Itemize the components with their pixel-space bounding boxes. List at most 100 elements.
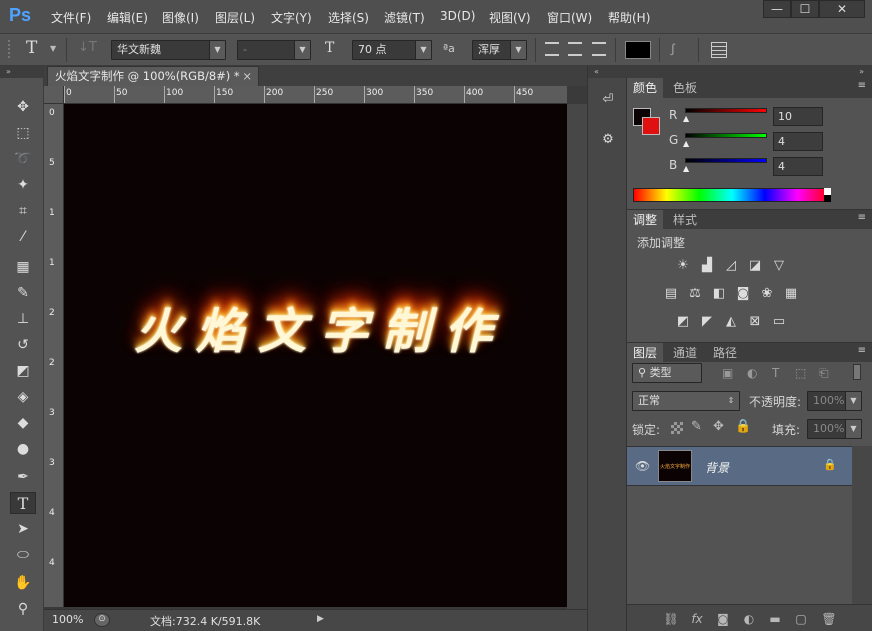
font-size-select[interactable]: 70 点 ▼ [352,40,432,60]
gradient-map-icon[interactable]: ▭ [771,314,787,330]
panel-menu-icon[interactable]: ≡ [858,212,866,223]
status-menu-arrow-icon[interactable]: ▶ [317,614,324,624]
menu-3d[interactable]: 3D(D) [440,9,475,23]
add-mask-icon[interactable]: ◙ [715,611,731,627]
anti-alias-select[interactable]: 浑厚 ▼ [472,40,527,60]
blend-mode-select[interactable]: 正常 ⇕ [632,391,740,411]
vertical-scrollbar[interactable] [567,104,587,609]
panel-menu-icon[interactable]: ≡ [858,345,866,356]
filter-smart-object-icon[interactable]: ⎗ [819,366,829,381]
align-center-icon[interactable] [568,42,582,56]
eye-icon[interactable]: 👁 [635,459,650,473]
filter-shape-icon[interactable]: ⬚ [795,366,806,380]
channel-mixer-icon[interactable]: ❀ [759,286,775,302]
filter-toggle-switch[interactable] [853,364,861,380]
font-family-select[interactable]: 华文新魏 ▼ [111,40,226,60]
slider-handle-icon[interactable]: ▲ [683,164,689,173]
tab-swatches[interactable]: 色板 [667,78,703,98]
slider-handle-icon[interactable]: ▲ [683,114,689,123]
marquee-tool-icon[interactable]: ⬚ [10,122,36,144]
eyedropper-tool-icon[interactable]: ⁄ [10,226,36,248]
type-tool-icon[interactable]: T [10,492,36,514]
ruler-origin[interactable] [44,86,64,104]
menu-file[interactable]: 文件(F) [51,9,91,26]
tab-layers[interactable]: 图层 [627,343,664,363]
paint-bucket-tool-icon[interactable]: ◈ [10,386,36,408]
menu-select[interactable]: 选择(S) [328,9,369,26]
link-layers-icon[interactable]: ⛓ [663,611,679,627]
adjustment-layer-icon[interactable]: ◐ [741,611,757,627]
white-swatch[interactable] [824,188,831,195]
menu-type[interactable]: 文字(Y) [271,9,312,26]
fx-icon[interactable]: fx [689,611,705,627]
status-options-icon[interactable]: ⊙ [94,613,110,627]
text-orientation-icon[interactable]: ↓T [78,40,97,58]
collapse-arrows-icon[interactable]: » [627,66,872,78]
close-window-button[interactable]: ✕ [819,0,865,18]
warp-text-icon[interactable]: ꭍ [670,40,675,60]
zoom-tool-icon[interactable]: ⚲ [10,598,36,620]
layers-scrollbar[interactable] [852,446,872,604]
fill-field[interactable]: 100% ▼ [807,419,862,439]
delete-layer-icon[interactable]: 🗑 [821,611,837,627]
opacity-field[interactable]: 100% ▼ [807,391,862,411]
font-style-select[interactable]: - ▼ [237,40,311,60]
properties-panel-icon[interactable]: ⚙ [598,132,618,150]
lock-pixels-icon[interactable]: ✎ [691,419,702,434]
new-layer-icon[interactable]: ▢ [793,611,809,627]
posterize-icon[interactable]: ◤ [699,314,715,330]
magic-wand-tool-icon[interactable]: ✦ [10,174,36,196]
vibrance-icon[interactable]: ▽ [771,258,787,274]
type-tool-preset-icon[interactable]: T [26,38,37,58]
crop-tool-icon[interactable]: ⌗ [10,200,36,222]
menu-window[interactable]: 窗口(W) [547,9,592,26]
filter-type-icon[interactable]: T [772,366,779,380]
history-panel-icon[interactable]: ⏎ [598,92,618,110]
background-color-swatch[interactable] [642,117,660,135]
panel-menu-icon[interactable]: ≡ [858,80,866,91]
green-value-field[interactable]: 4 [773,132,823,151]
menu-layer[interactable]: 图层(L) [215,9,255,26]
color-spectrum-bar[interactable] [633,188,831,202]
lasso-tool-icon[interactable]: ➰ [10,148,36,170]
document-tab[interactable]: 火焰文字制作 @ 100%(RGB/8#) * × [47,66,259,86]
close-tab-icon[interactable]: × [242,67,252,85]
align-left-icon[interactable] [545,42,559,56]
document-canvas[interactable]: 火焰文字制作 [64,104,567,607]
color-lookup-icon[interactable]: ▦ [783,286,799,302]
clone-stamp-tool-icon[interactable]: ⊥ [10,308,36,330]
exposure-icon[interactable]: ◪ [747,258,763,274]
invert-icon[interactable]: ◩ [675,314,691,330]
path-selection-tool-icon[interactable]: ➤ [10,518,36,540]
slider-handle-icon[interactable]: ▲ [683,139,689,148]
brightness-icon[interactable]: ☀ [675,258,691,274]
layer-row-background[interactable]: 👁 火焰文字制作 背景 🔒 [627,446,852,486]
blue-value-field[interactable]: 4 [773,157,823,176]
red-value-field[interactable]: 10 [773,107,823,126]
menu-view[interactable]: 视图(V) [489,9,531,26]
character-panel-icon[interactable] [711,42,727,58]
healing-brush-tool-icon[interactable]: ▦ [10,256,36,278]
eraser-tool-icon[interactable]: ◩ [10,360,36,382]
grip-handle[interactable] [8,40,20,58]
lock-position-icon[interactable]: ✥ [713,419,724,434]
collapse-arrows-icon[interactable]: « [588,66,628,78]
green-slider[interactable] [685,133,767,138]
dodge-tool-icon[interactable]: ● [10,438,36,460]
menu-edit[interactable]: 编辑(E) [107,9,148,26]
selective-color-icon[interactable]: ⊠ [747,314,763,330]
text-color-swatch[interactable] [625,41,651,59]
black-swatch[interactable] [824,195,831,202]
align-right-icon[interactable] [592,42,606,56]
blue-slider[interactable] [685,158,767,163]
new-group-icon[interactable]: ▬ [767,611,783,627]
blur-tool-icon[interactable]: ◆ [10,412,36,434]
tab-styles[interactable]: 样式 [667,210,703,230]
red-slider[interactable] [685,108,767,113]
lock-all-icon[interactable]: 🔒 [735,419,751,434]
menu-help[interactable]: 帮助(H) [608,9,650,26]
chevron-down-icon[interactable]: ▼ [50,44,56,53]
minimize-button[interactable]: — [763,0,791,18]
color-balance-icon[interactable]: ⚖ [687,286,703,302]
hand-tool-icon[interactable]: ✋ [10,572,36,594]
